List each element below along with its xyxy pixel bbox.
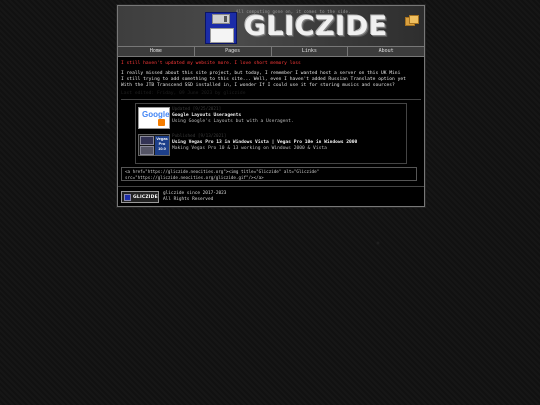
page-container: All computing gone on, it comes to the s…: [117, 5, 425, 207]
nav-bar: Home Pages Links About: [118, 47, 424, 57]
nav-links[interactable]: Links: [272, 47, 349, 56]
site-banner: All computing gone on, it comes to the s…: [118, 6, 424, 47]
post-item[interactable]: Google Updated [9/25/2021] Google Layout…: [136, 107, 406, 133]
nav-pages[interactable]: Pages: [195, 47, 272, 56]
site-badge[interactable]: GLICZIDE: [121, 191, 159, 203]
post-item[interactable]: Vegas Pro 10.0 Published [9/13/2021] Usi…: [136, 134, 406, 160]
nav-home[interactable]: Home: [118, 47, 195, 56]
site-footer: GLICZIDE gliczide since 2017-2023 All Ri…: [118, 186, 424, 206]
main-content: I still haven't updated my website more.…: [118, 57, 424, 181]
last-edited-text: Last edited: Friday, 09 June 2023 by gli…: [121, 91, 246, 96]
post-description: Making Vegas Pro 10 & 13 working on Wind…: [172, 145, 327, 151]
rights-text: All Rights Reserved: [163, 197, 214, 202]
intro-paragraph: With the JTB Transcend SSD installed in,…: [121, 83, 395, 88]
nav-about[interactable]: About: [348, 47, 424, 56]
floppy-disk-icon: [124, 193, 131, 201]
vegas-pro-icon: Vegas Pro 10.0: [138, 134, 170, 156]
floppy-disk-icon: [205, 12, 237, 44]
footer-text: gliczide since 2017-2023 All Rights Rese…: [163, 191, 226, 203]
embed-code-box[interactable]: <a href="https://gliczide.neocities.org"…: [121, 167, 417, 181]
post-list: Google Updated [9/25/2021] Google Layout…: [135, 103, 407, 164]
divider: [121, 99, 421, 100]
post-description: Using Google's Layouts but with a Userag…: [172, 118, 294, 124]
site-logo[interactable]: GLICZIDE: [244, 12, 388, 42]
folder-icon: [405, 15, 421, 27]
google-logo-icon: Google: [138, 107, 170, 129]
update-notice: I still haven't updated my website more.…: [121, 61, 301, 66]
